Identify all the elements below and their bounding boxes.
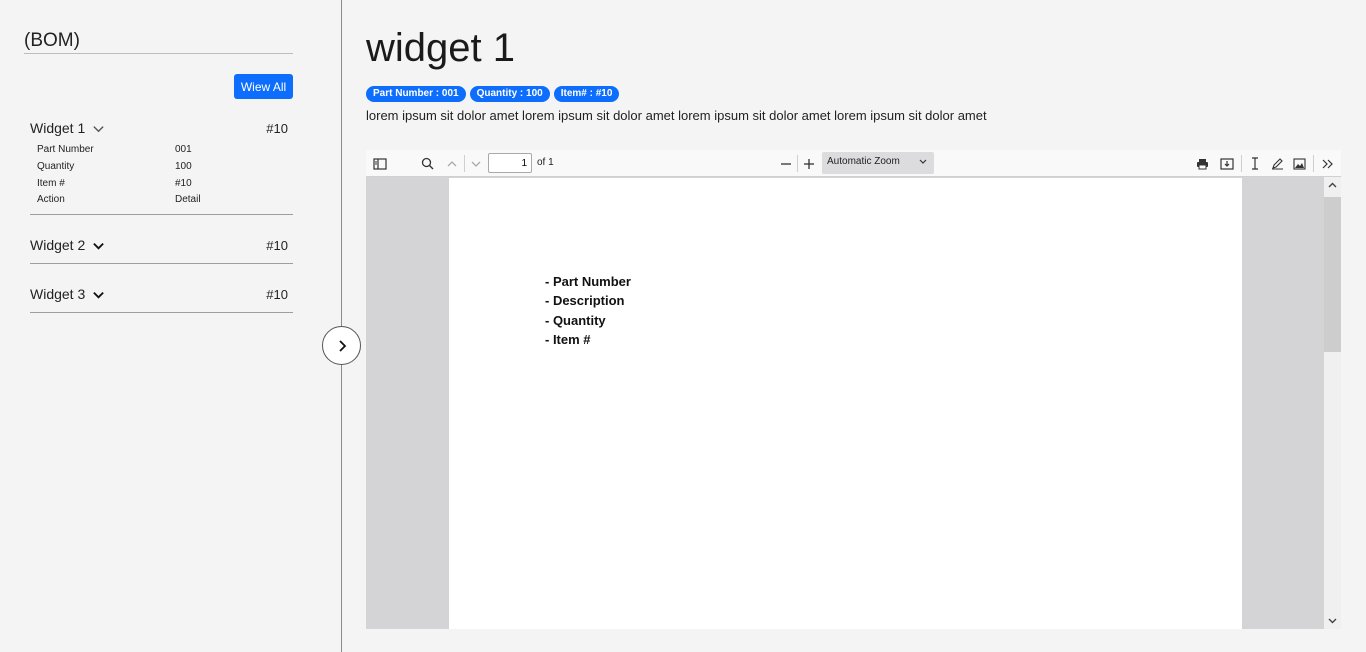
pdf-text-line: - Part Number: [545, 274, 631, 289]
accordion-title: Widget 2: [30, 237, 86, 253]
scrollbar-thumb[interactable]: [1324, 197, 1341, 352]
scroll-up-icon[interactable]: [1327, 180, 1338, 191]
accordion-divider: [30, 263, 293, 264]
sidebar: (BOM) Wiew All Widget 1 #10 Part Number …: [0, 0, 341, 652]
sidebar-title: (BOM): [24, 30, 80, 51]
chevron-down-icon: [919, 159, 927, 164]
chevron-down-icon: [93, 291, 105, 299]
view-all-button[interactable]: Wiew All: [234, 74, 293, 99]
detail-action-link[interactable]: Detail: [175, 194, 201, 205]
double-chevron-right-icon[interactable]: [1320, 156, 1335, 171]
scroll-down-icon[interactable]: [1327, 615, 1338, 626]
toolbar-separator: [797, 155, 798, 172]
pdf-text-line: - Description: [545, 293, 625, 308]
page-number-input[interactable]: [488, 153, 532, 173]
accordion-widget-2: Widget 2 #10: [30, 233, 293, 264]
sidebar-toggle-button[interactable]: [322, 326, 361, 365]
detail-value-part-number: 001: [175, 144, 192, 155]
detail-value-quantity: 100: [175, 161, 192, 172]
accordion-widget-1: Widget 1 #10 Part Number 001 Quantity 10…: [30, 116, 293, 215]
next-page-icon[interactable]: [468, 156, 483, 171]
pdf-text-line: - Quantity: [545, 313, 606, 328]
description-text: lorem ipsum sit dolor amet lorem ipsum s…: [366, 108, 987, 123]
quantity-badge: Quantity : 100: [469, 86, 550, 102]
pdf-toolbar: of 1 Automatic Zoom: [366, 150, 1341, 177]
detail-label-item: Item #: [37, 178, 65, 189]
sidebar-title-divider: [24, 53, 293, 54]
accordion-item-number: #10: [266, 120, 288, 136]
sidebar-toggle-icon[interactable]: [372, 156, 387, 171]
accordion-header-widget-2[interactable]: Widget 2 #10: [30, 233, 293, 257]
detail-label-quantity: Quantity: [37, 161, 75, 172]
toolbar-separator: [1313, 155, 1314, 172]
print-icon[interactable]: [1195, 156, 1210, 171]
toolbar-separator: [464, 155, 465, 172]
download-icon[interactable]: [1219, 156, 1234, 171]
page-title: widget 1: [366, 26, 515, 70]
image-icon[interactable]: [1292, 156, 1307, 171]
pdf-page: - Part Number - Description - Quantity -…: [449, 178, 1242, 629]
zoom-select[interactable]: Automatic Zoom: [822, 152, 934, 174]
page-count: of 1: [537, 157, 554, 168]
accordion-header-widget-3[interactable]: Widget 3 #10: [30, 282, 293, 306]
zoom-select-value: Automatic Zoom: [827, 156, 900, 167]
badge-row: Part Number : 001 Quantity : 100 Item# :…: [366, 86, 620, 102]
accordion-header-widget-1[interactable]: Widget 1 #10: [30, 116, 293, 140]
chevron-right-icon: [338, 339, 346, 352]
accordion-title: Widget 1: [30, 120, 86, 136]
toolbar-separator: [1241, 155, 1242, 172]
zoom-in-icon[interactable]: [801, 156, 816, 171]
item-number-badge: Item# : #10: [553, 86, 620, 102]
detail-label-part-number: Part Number: [37, 144, 94, 155]
chevron-down-icon: [93, 242, 105, 250]
accordion-divider: [30, 312, 293, 313]
accordion-item-number: #10: [266, 237, 288, 253]
accordion-widget-3: Widget 3 #10: [30, 282, 293, 313]
accordion-title: Widget 3: [30, 286, 86, 302]
accordion-divider: [30, 214, 293, 215]
pdf-viewer: of 1 Automatic Zoom: [366, 150, 1341, 629]
pdf-scrollbar[interactable]: [1324, 177, 1341, 629]
search-icon[interactable]: [420, 156, 435, 171]
text-cursor-icon[interactable]: [1247, 156, 1262, 171]
previous-page-icon[interactable]: [444, 156, 459, 171]
detail-value-item: #10: [175, 178, 192, 189]
pdf-text-line: - Item #: [545, 332, 591, 347]
zoom-out-icon[interactable]: [778, 156, 793, 171]
accordion-item-number: #10: [266, 286, 288, 302]
part-number-badge: Part Number : 001: [366, 86, 466, 102]
detail-label-action: Action: [37, 194, 65, 205]
draw-icon[interactable]: [1270, 156, 1285, 171]
chevron-down-icon: [93, 125, 104, 132]
